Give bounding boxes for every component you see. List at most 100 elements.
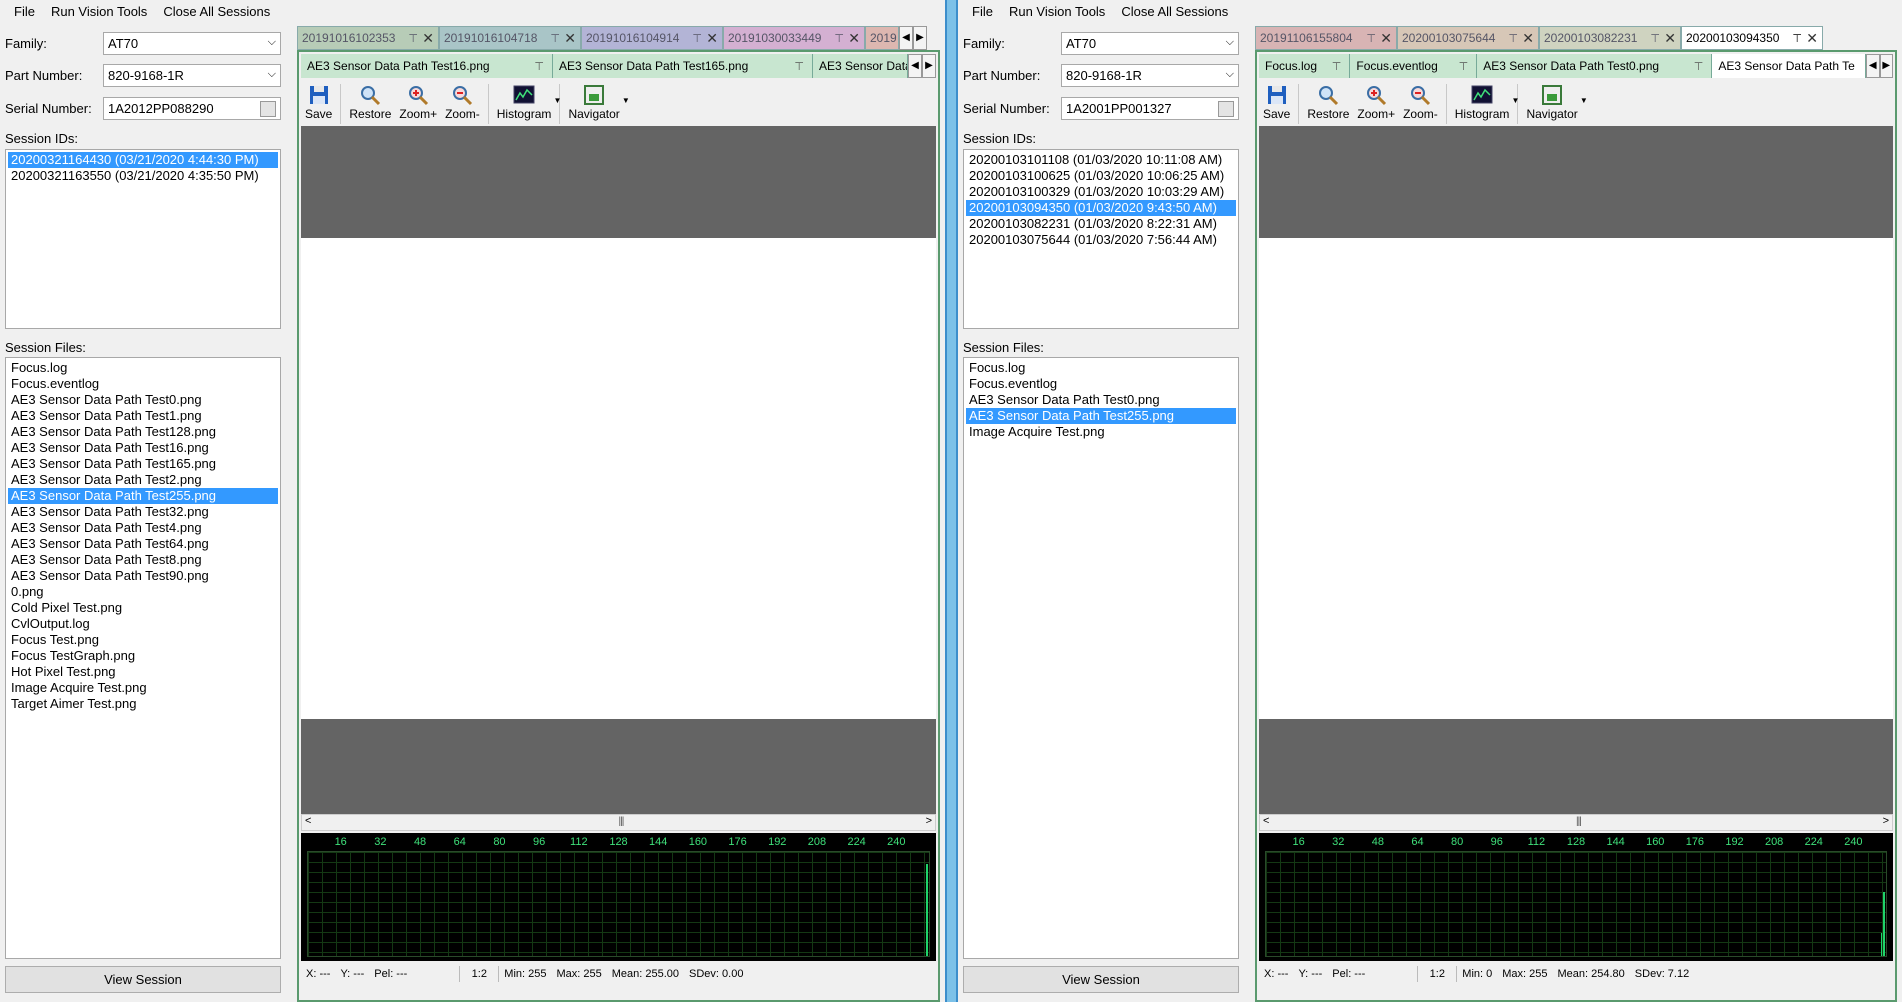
dropdown-arrow-icon[interactable]: ▼ xyxy=(622,96,630,105)
session-file-item[interactable]: AE3 Sensor Data Path Test255.png xyxy=(966,408,1236,424)
close-icon[interactable]: ✕ xyxy=(1664,30,1676,47)
close-icon[interactable]: ✕ xyxy=(1522,30,1534,47)
session-file-item[interactable]: Hot Pixel Test.png xyxy=(8,664,278,680)
pin-icon[interactable]: ⊤ xyxy=(408,32,418,45)
menu-run-vision-tools[interactable]: Run Vision Tools xyxy=(1001,4,1113,19)
navigator-button[interactable]: Navigator ▼ xyxy=(568,84,630,121)
scroll-left-icon[interactable]: < xyxy=(1263,815,1269,827)
session-id-item[interactable]: 20200103100329 (01/03/2020 10:03:29 AM) xyxy=(966,184,1236,200)
file-tab[interactable]: AE3 Sensor Data Path Test0.png ⊤ xyxy=(1477,54,1713,78)
session-tab[interactable]: 20200103094350 ⊤ ✕ xyxy=(1681,26,1823,50)
tab-scroll-left-button[interactable]: ◀ xyxy=(899,26,913,50)
image-canvas[interactable] xyxy=(1259,126,1893,814)
tab-scroll-right-button[interactable]: ▶ xyxy=(913,26,927,50)
session-file-item[interactable]: Image Acquire Test.png xyxy=(8,680,278,696)
session-file-item[interactable]: 0.png xyxy=(8,584,278,600)
zoom-button[interactable]: Zoom- xyxy=(445,84,480,121)
serial-number-field[interactable]: 1A2012PP088290 xyxy=(103,97,281,120)
session-id-item[interactable]: 20200103100625 (01/03/2020 10:06:25 AM) xyxy=(966,168,1236,184)
tab-scroll-left-button[interactable]: ◀ xyxy=(908,54,922,78)
session-files-list[interactable]: Focus.log Focus.eventlog AE3 Sensor Data P… xyxy=(5,357,281,959)
serial-browse-button[interactable] xyxy=(1218,101,1234,117)
session-file-item[interactable]: Focus TestGraph.png xyxy=(8,648,278,664)
session-file-item[interactable]: AE3 Sensor Data Path Test0.png xyxy=(8,392,278,408)
pin-icon[interactable]: ⊤ xyxy=(692,32,702,45)
session-id-item[interactable]: 20200321164430 (03/21/2020 4:44:30 PM) xyxy=(8,152,278,168)
save-button[interactable]: Save xyxy=(305,84,332,121)
session-file-item[interactable]: Image Acquire Test.png xyxy=(966,424,1236,440)
session-id-item[interactable]: 20200103094350 (01/03/2020 9:43:50 AM) xyxy=(966,200,1236,216)
session-tab[interactable]: 2019 xyxy=(865,26,899,50)
session-file-item[interactable]: Focus Test.png xyxy=(8,632,278,648)
session-file-item[interactable]: CvlOutput.log xyxy=(8,616,278,632)
dropdown-arrow-icon[interactable]: ▼ xyxy=(554,96,562,105)
scroll-thumb[interactable]: ||| xyxy=(619,816,625,827)
session-id-item[interactable]: 20200103101108 (01/03/2020 10:11:08 AM) xyxy=(966,152,1236,168)
session-tab[interactable]: 20191016102353 ⊤ ✕ xyxy=(297,26,439,50)
session-tab[interactable]: 20191016104914 ⊤ ✕ xyxy=(581,26,723,50)
session-file-item[interactable]: Cold Pixel Test.png xyxy=(8,600,278,616)
session-tab[interactable]: 20191016104718 ⊤ ✕ xyxy=(439,26,581,50)
session-file-item[interactable]: Focus.log xyxy=(8,360,278,376)
scroll-thumb[interactable]: ||| xyxy=(1576,816,1582,827)
session-tab[interactable]: 20200103075644 ⊤ ✕ xyxy=(1397,26,1539,50)
save-button[interactable]: Save xyxy=(1263,84,1290,121)
menu-close-all-sessions[interactable]: Close All Sessions xyxy=(1113,4,1236,19)
session-file-item[interactable]: AE3 Sensor Data Path Test16.png xyxy=(8,440,278,456)
close-icon[interactable]: ✕ xyxy=(422,30,434,47)
session-file-item[interactable]: AE3 Sensor Data Path Test4.png xyxy=(8,520,278,536)
menu-close-all-sessions[interactable]: Close All Sessions xyxy=(155,4,278,19)
horizontal-scrollbar[interactable]: < ||| > xyxy=(1259,814,1893,831)
pin-icon[interactable]: ⊤ xyxy=(1459,60,1469,73)
zoom-button[interactable]: Zoom- xyxy=(1403,84,1438,121)
tab-scroll-right-button[interactable]: ▶ xyxy=(922,54,936,78)
pin-icon[interactable]: ⊤ xyxy=(1792,32,1802,45)
tab-scroll-right-button[interactable]: ▶ xyxy=(1879,54,1893,78)
serial-number-field[interactable]: 1A2001PP001327 xyxy=(1061,97,1239,120)
session-file-item[interactable]: AE3 Sensor Data Path Test255.png xyxy=(8,488,278,504)
histogram-button[interactable]: Histogram ▼ xyxy=(1455,84,1519,121)
session-files-list[interactable]: Focus.log Focus.eventlog AE3 Sensor Data P… xyxy=(963,357,1239,959)
session-id-item[interactable]: 20200103075644 (01/03/2020 7:56:44 AM) xyxy=(966,232,1236,248)
menu-run-vision-tools[interactable]: Run Vision Tools xyxy=(43,4,155,19)
histogram-button[interactable]: Histogram ▼ xyxy=(497,84,561,121)
pin-icon[interactable]: ⊤ xyxy=(1332,60,1342,73)
session-file-item[interactable]: AE3 Sensor Data Path Test64.png xyxy=(8,536,278,552)
session-file-item[interactable]: AE3 Sensor Data Path Test0.png xyxy=(966,392,1236,408)
close-icon[interactable]: ✕ xyxy=(848,30,860,47)
pin-icon[interactable]: ⊤ xyxy=(1508,32,1518,45)
session-ids-list[interactable]: 20200321164430 (03/21/2020 4:44:30 PM) 20… xyxy=(5,149,281,329)
pin-icon[interactable]: ⊤ xyxy=(1694,60,1704,73)
file-tab[interactable]: AE3 Sensor Data Path Te xyxy=(1712,54,1866,78)
session-file-item[interactable]: AE3 Sensor Data Path Test8.png xyxy=(8,552,278,568)
pin-icon[interactable]: ⊤ xyxy=(534,60,544,73)
restore-button[interactable]: Restore xyxy=(1307,84,1349,121)
file-tab[interactable]: AE3 Sensor Data xyxy=(813,54,908,78)
view-session-button[interactable]: View Session xyxy=(5,966,281,993)
session-file-item[interactable]: Focus.eventlog xyxy=(966,376,1236,392)
part-number-select[interactable]: 820-9168-1R ⌵ xyxy=(103,64,281,87)
session-file-item[interactable]: AE3 Sensor Data Path Test1.png xyxy=(8,408,278,424)
file-tab[interactable]: Focus.eventlog ⊤ xyxy=(1350,54,1478,78)
scroll-left-icon[interactable]: < xyxy=(305,815,311,827)
session-file-item[interactable]: AE3 Sensor Data Path Test2.png xyxy=(8,472,278,488)
family-select[interactable]: AT70 ⌵ xyxy=(1061,32,1239,55)
dropdown-arrow-icon[interactable]: ▼ xyxy=(1580,96,1588,105)
pin-icon[interactable]: ⊤ xyxy=(834,32,844,45)
session-file-item[interactable]: Focus.eventlog xyxy=(8,376,278,392)
close-icon[interactable]: ✕ xyxy=(706,30,718,47)
session-id-item[interactable]: 20200321163550 (03/21/2020 4:35:50 PM) xyxy=(8,168,278,184)
family-select[interactable]: AT70 ⌵ xyxy=(103,32,281,55)
part-number-select[interactable]: 820-9168-1R ⌵ xyxy=(1061,64,1239,87)
pin-icon[interactable]: ⊤ xyxy=(794,60,804,73)
session-file-item[interactable]: AE3 Sensor Data Path Test165.png xyxy=(8,456,278,472)
session-tab[interactable]: 20191030033449 ⊤ ✕ xyxy=(723,26,865,50)
session-file-item[interactable]: Focus.log xyxy=(966,360,1236,376)
file-tab[interactable]: AE3 Sensor Data Path Test165.png ⊤ xyxy=(553,54,813,78)
close-icon[interactable]: ✕ xyxy=(1806,30,1818,47)
pin-icon[interactable]: ⊤ xyxy=(1366,32,1376,45)
session-file-item[interactable]: Target Aimer Test.png xyxy=(8,696,278,712)
dropdown-arrow-icon[interactable]: ▼ xyxy=(1512,96,1520,105)
file-tab[interactable]: AE3 Sensor Data Path Test16.png ⊤ xyxy=(301,54,553,78)
file-tab[interactable]: Focus.log ⊤ xyxy=(1259,54,1351,78)
